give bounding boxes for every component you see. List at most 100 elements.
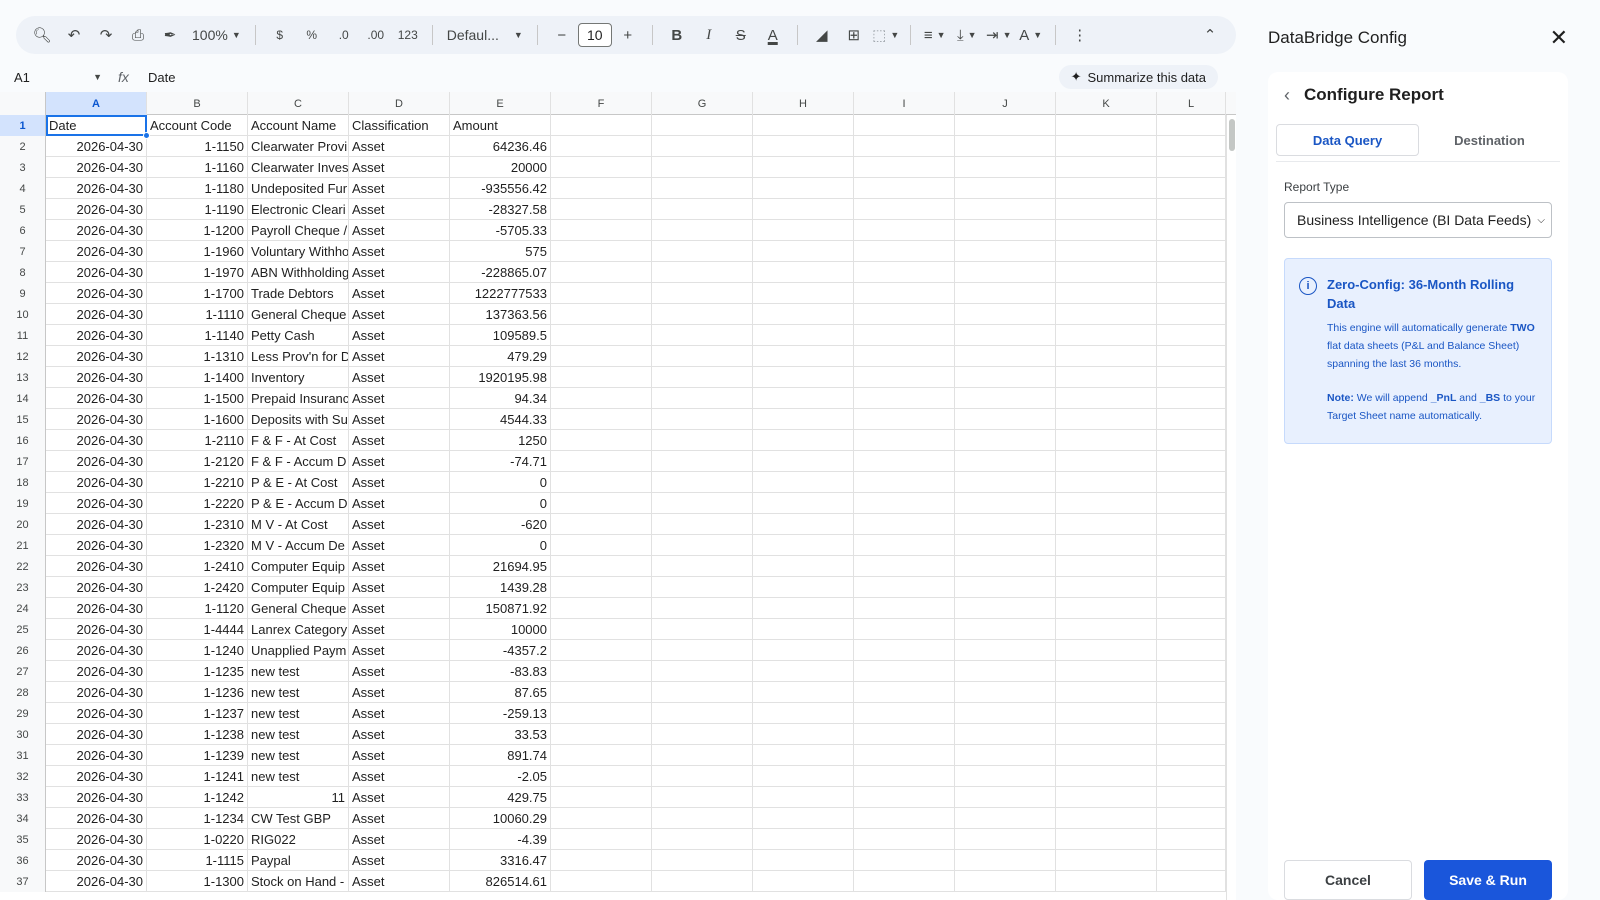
- empty-cell[interactable]: [854, 493, 955, 514]
- empty-cell[interactable]: [1157, 724, 1226, 745]
- empty-cell[interactable]: [753, 703, 854, 724]
- classification-cell[interactable]: Asset: [349, 598, 450, 619]
- account-code-cell[interactable]: 1-1300: [147, 871, 248, 892]
- font-size-decrease-icon[interactable]: −: [548, 21, 576, 49]
- date-cell[interactable]: 2026-04-30: [46, 304, 147, 325]
- empty-cell[interactable]: [1056, 199, 1157, 220]
- name-box[interactable]: A1 ▼: [8, 65, 108, 89]
- empty-cell[interactable]: [551, 157, 652, 178]
- empty-cell[interactable]: [652, 304, 753, 325]
- back-chevron-icon[interactable]: ‹: [1284, 85, 1290, 106]
- account-name-cell[interactable]: Petty Cash: [248, 325, 349, 346]
- classification-cell[interactable]: Asset: [349, 514, 450, 535]
- amount-cell[interactable]: 1222777533: [450, 283, 551, 304]
- empty-cell[interactable]: [955, 304, 1056, 325]
- empty-cell[interactable]: [955, 157, 1056, 178]
- empty-cell[interactable]: [551, 367, 652, 388]
- empty-cell[interactable]: [955, 535, 1056, 556]
- amount-cell[interactable]: 3316.47: [450, 850, 551, 871]
- italic-button[interactable]: I: [695, 21, 723, 49]
- row-header[interactable]: 13: [0, 367, 46, 388]
- date-cell[interactable]: 2026-04-30: [46, 766, 147, 787]
- font-select[interactable]: Defaul... ▼: [443, 21, 527, 49]
- account-code-cell[interactable]: 1-1310: [147, 346, 248, 367]
- empty-cell[interactable]: [652, 787, 753, 808]
- empty-cell[interactable]: [955, 136, 1056, 157]
- empty-cell[interactable]: [1056, 556, 1157, 577]
- empty-cell[interactable]: [652, 388, 753, 409]
- empty-cell[interactable]: [955, 472, 1056, 493]
- account-code-cell[interactable]: 1-1239: [147, 745, 248, 766]
- empty-cell[interactable]: [551, 178, 652, 199]
- empty-cell[interactable]: [753, 283, 854, 304]
- empty-cell[interactable]: [551, 346, 652, 367]
- row-header[interactable]: 29: [0, 703, 46, 724]
- empty-cell[interactable]: [551, 241, 652, 262]
- redo-icon[interactable]: ↷: [92, 21, 120, 49]
- account-name-cell[interactable]: Inventory: [248, 367, 349, 388]
- empty-cell[interactable]: [854, 724, 955, 745]
- account-name-cell[interactable]: Computer Equip: [248, 556, 349, 577]
- amount-cell[interactable]: 109589.5: [450, 325, 551, 346]
- classification-cell[interactable]: Asset: [349, 703, 450, 724]
- decrease-decimal-button[interactable]: .0: [330, 21, 358, 49]
- empty-cell[interactable]: [854, 178, 955, 199]
- empty-cell[interactable]: [854, 472, 955, 493]
- empty-cell[interactable]: [1157, 577, 1226, 598]
- account-code-cell[interactable]: 1-1120: [147, 598, 248, 619]
- row-header[interactable]: 33: [0, 787, 46, 808]
- date-cell[interactable]: 2026-04-30: [46, 787, 147, 808]
- empty-cell[interactable]: [652, 556, 753, 577]
- empty-cell[interactable]: [1056, 514, 1157, 535]
- account-name-cell[interactable]: M V - Accum De: [248, 535, 349, 556]
- empty-cell[interactable]: [652, 115, 753, 136]
- empty-cell[interactable]: [1157, 451, 1226, 472]
- empty-cell[interactable]: [551, 556, 652, 577]
- empty-cell[interactable]: [652, 178, 753, 199]
- empty-cell[interactable]: [1157, 745, 1226, 766]
- empty-cell[interactable]: [1056, 388, 1157, 409]
- date-cell[interactable]: 2026-04-30: [46, 493, 147, 514]
- amount-cell[interactable]: 10060.29: [450, 808, 551, 829]
- classification-cell[interactable]: Asset: [349, 367, 450, 388]
- empty-cell[interactable]: [652, 199, 753, 220]
- empty-cell[interactable]: [955, 577, 1056, 598]
- empty-cell[interactable]: [955, 871, 1056, 892]
- empty-cell[interactable]: [1157, 136, 1226, 157]
- empty-cell[interactable]: [652, 661, 753, 682]
- empty-cell[interactable]: [652, 220, 753, 241]
- empty-cell[interactable]: [551, 388, 652, 409]
- empty-cell[interactable]: [955, 640, 1056, 661]
- empty-cell[interactable]: [854, 871, 955, 892]
- account-code-cell[interactable]: 1-2110: [147, 430, 248, 451]
- empty-cell[interactable]: [1056, 409, 1157, 430]
- account-name-cell[interactable]: General Cheque: [248, 598, 349, 619]
- column-header-f[interactable]: F: [551, 92, 652, 115]
- empty-cell[interactable]: [551, 220, 652, 241]
- empty-cell[interactable]: [1157, 325, 1226, 346]
- empty-cell[interactable]: [551, 829, 652, 850]
- account-name-cell[interactable]: Deposits with Su: [248, 409, 349, 430]
- empty-cell[interactable]: [551, 325, 652, 346]
- empty-cell[interactable]: [753, 514, 854, 535]
- fill-color-icon[interactable]: ◢: [808, 21, 836, 49]
- empty-cell[interactable]: [551, 472, 652, 493]
- amount-cell[interactable]: 150871.92: [450, 598, 551, 619]
- number-format-button[interactable]: 123: [394, 21, 422, 49]
- column-header-g[interactable]: G: [652, 92, 753, 115]
- classification-cell[interactable]: Asset: [349, 850, 450, 871]
- amount-cell[interactable]: 891.74: [450, 745, 551, 766]
- empty-cell[interactable]: [1157, 850, 1226, 871]
- empty-cell[interactable]: [955, 619, 1056, 640]
- account-code-cell[interactable]: 1-1400: [147, 367, 248, 388]
- amount-cell[interactable]: 429.75: [450, 787, 551, 808]
- date-cell[interactable]: 2026-04-30: [46, 598, 147, 619]
- column-header-k[interactable]: K: [1056, 92, 1157, 115]
- header-cell-amount[interactable]: Amount: [450, 115, 551, 136]
- amount-cell[interactable]: 826514.61: [450, 871, 551, 892]
- account-name-cell[interactable]: Lanrex Category: [248, 619, 349, 640]
- classification-cell[interactable]: Asset: [349, 724, 450, 745]
- empty-cell[interactable]: [854, 241, 955, 262]
- empty-cell[interactable]: [1157, 640, 1226, 661]
- account-code-cell[interactable]: 1-1200: [147, 220, 248, 241]
